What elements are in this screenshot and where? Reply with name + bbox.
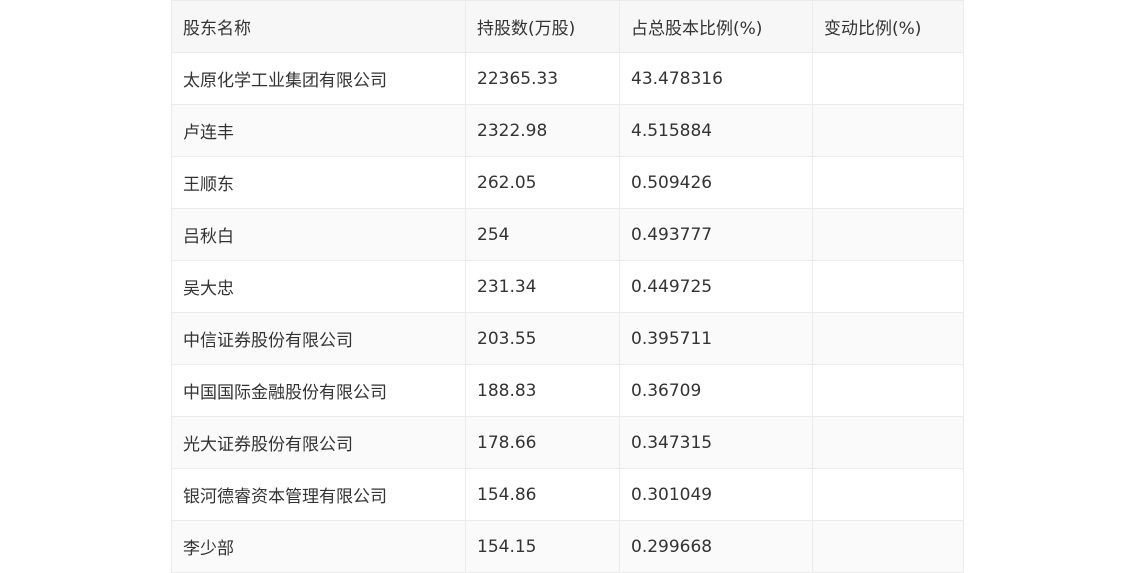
cell-shareholder-name: 中国国际金融股份有限公司 bbox=[171, 364, 466, 417]
cell-shareholder-name: 太原化学工业集团有限公司 bbox=[171, 52, 466, 105]
cell-shares-held: 154.86 bbox=[465, 468, 620, 521]
cell-change-ratio bbox=[812, 364, 964, 417]
cell-shares-held: 203.55 bbox=[465, 312, 620, 365]
table-header: 股东名称 持股数(万股) 占总股本比例(%) 变动比例(%) bbox=[171, 0, 964, 53]
table-row: 太原化学工业集团有限公司 22365.33 43.478316 bbox=[171, 52, 964, 105]
cell-shares-held: 231.34 bbox=[465, 260, 620, 313]
cell-shareholder-name: 中信证券股份有限公司 bbox=[171, 312, 466, 365]
cell-share-ratio: 43.478316 bbox=[619, 52, 813, 105]
table-row: 银河德睿资本管理有限公司 154.86 0.301049 bbox=[171, 468, 964, 521]
cell-change-ratio bbox=[812, 208, 964, 261]
cell-share-ratio: 0.509426 bbox=[619, 156, 813, 209]
cell-shareholder-name: 光大证券股份有限公司 bbox=[171, 416, 466, 469]
cell-share-ratio: 0.395711 bbox=[619, 312, 813, 365]
cell-shares-held: 2322.98 bbox=[465, 104, 620, 157]
cell-change-ratio bbox=[812, 156, 964, 209]
cell-change-ratio bbox=[812, 520, 964, 573]
header-shares-held: 持股数(万股) bbox=[465, 0, 620, 53]
header-shareholder-name: 股东名称 bbox=[171, 0, 466, 53]
table-row: 光大证券股份有限公司 178.66 0.347315 bbox=[171, 416, 964, 469]
table-row: 中国国际金融股份有限公司 188.83 0.36709 bbox=[171, 364, 964, 417]
header-share-ratio: 占总股本比例(%) bbox=[619, 0, 813, 53]
cell-share-ratio: 0.36709 bbox=[619, 364, 813, 417]
cell-shareholder-name: 吕秋白 bbox=[171, 208, 466, 261]
cell-shares-held: 262.05 bbox=[465, 156, 620, 209]
cell-shareholder-name: 银河德睿资本管理有限公司 bbox=[171, 468, 466, 521]
cell-change-ratio bbox=[812, 260, 964, 313]
cell-share-ratio: 0.449725 bbox=[619, 260, 813, 313]
cell-change-ratio bbox=[812, 104, 964, 157]
cell-shareholder-name: 李少部 bbox=[171, 520, 466, 573]
table-row: 王顺东 262.05 0.509426 bbox=[171, 156, 964, 209]
cell-shareholder-name: 卢连丰 bbox=[171, 104, 466, 157]
cell-shares-held: 154.15 bbox=[465, 520, 620, 573]
shareholder-table: 股东名称 持股数(万股) 占总股本比例(%) 变动比例(%) 太原化学工业集团有… bbox=[171, 0, 964, 573]
table-row: 中信证券股份有限公司 203.55 0.395711 bbox=[171, 312, 964, 365]
cell-shares-held: 188.83 bbox=[465, 364, 620, 417]
table-row: 卢连丰 2322.98 4.515884 bbox=[171, 104, 964, 157]
cell-shareholder-name: 王顺东 bbox=[171, 156, 466, 209]
cell-change-ratio bbox=[812, 416, 964, 469]
cell-shares-held: 178.66 bbox=[465, 416, 620, 469]
table-row: 吴大忠 231.34 0.449725 bbox=[171, 260, 964, 313]
shareholder-table-container: 股东名称 持股数(万股) 占总股本比例(%) 变动比例(%) 太原化学工业集团有… bbox=[171, 0, 964, 573]
header-row: 股东名称 持股数(万股) 占总股本比例(%) 变动比例(%) bbox=[171, 0, 964, 53]
cell-share-ratio: 0.299668 bbox=[619, 520, 813, 573]
header-change-ratio: 变动比例(%) bbox=[812, 0, 964, 53]
table-body: 太原化学工业集团有限公司 22365.33 43.478316 卢连丰 2322… bbox=[171, 52, 964, 573]
cell-change-ratio bbox=[812, 52, 964, 105]
cell-shares-held: 22365.33 bbox=[465, 52, 620, 105]
cell-share-ratio: 0.301049 bbox=[619, 468, 813, 521]
table-row: 李少部 154.15 0.299668 bbox=[171, 520, 964, 573]
table-row: 吕秋白 254 0.493777 bbox=[171, 208, 964, 261]
cell-share-ratio: 0.493777 bbox=[619, 208, 813, 261]
cell-change-ratio bbox=[812, 468, 964, 521]
cell-shares-held: 254 bbox=[465, 208, 620, 261]
cell-change-ratio bbox=[812, 312, 964, 365]
cell-shareholder-name: 吴大忠 bbox=[171, 260, 466, 313]
cell-share-ratio: 0.347315 bbox=[619, 416, 813, 469]
cell-share-ratio: 4.515884 bbox=[619, 104, 813, 157]
